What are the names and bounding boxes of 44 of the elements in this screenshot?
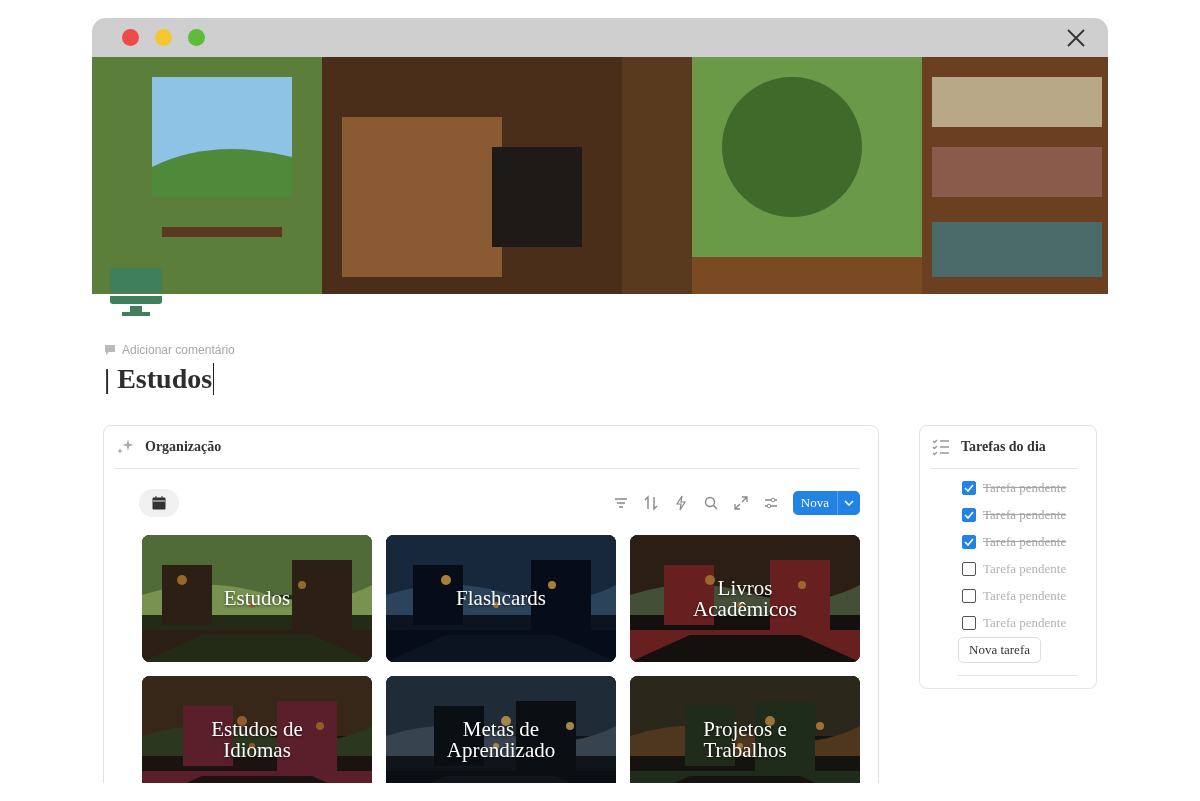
tasks-title: Tarefas do dia (961, 439, 1046, 455)
close-icon[interactable] (1066, 27, 1086, 48)
task-label: Tarefa pendente (983, 560, 1067, 577)
expand-icon[interactable] (732, 495, 749, 511)
gallery-card[interactable]: Estudos de Idiomas (142, 676, 372, 783)
task-label: Tarefa pendente (983, 587, 1067, 604)
card-title: Flashcards (456, 588, 546, 609)
checkbox[interactable] (962, 480, 976, 495)
gallery-card[interactable]: Metas de Aprendizado (386, 676, 616, 783)
checkbox[interactable] (962, 507, 976, 522)
task-label: Tarefa pendente (983, 533, 1067, 550)
text-cursor (213, 363, 215, 395)
monitor-icon (110, 268, 162, 318)
checkbox[interactable] (962, 561, 976, 576)
card-title: Metas de Aprendizado (445, 718, 557, 761)
card-title: Estudos de Idiomas (210, 718, 304, 761)
sort-icon[interactable] (642, 495, 659, 511)
comment-icon[interactable] (104, 344, 116, 356)
maximize-dot-icon[interactable] (188, 29, 205, 46)
checklist-icon (931, 437, 951, 457)
caret-icon[interactable] (844, 500, 854, 506)
card-title: Estudos (223, 588, 291, 609)
gallery-card[interactable]: Projetos e Trabalhos (630, 676, 860, 783)
minimize-dot-icon[interactable] (155, 29, 172, 46)
card-title: Projetos e Trabalhos (702, 718, 788, 761)
page-title[interactable]: | Estudos (104, 363, 213, 395)
gallery-title: Organização (145, 439, 222, 455)
gallery-card[interactable]: Livros Acadêmicos (630, 535, 860, 662)
gallery-card[interactable]: Flashcards (386, 535, 616, 662)
search-icon[interactable] (702, 495, 719, 511)
calendar-icon (152, 496, 166, 510)
calendar-view-tab[interactable] (139, 489, 179, 517)
card-title: Livros Acadêmicos (692, 577, 798, 620)
task-label: Tarefa pendente (983, 506, 1067, 523)
checkbox[interactable] (962, 588, 976, 603)
new-button[interactable]: Nova (792, 491, 837, 515)
checkbox[interactable] (962, 615, 976, 630)
close-dot-icon[interactable] (122, 29, 139, 46)
checkbox[interactable] (962, 534, 976, 549)
task-label: Tarefa pendente (983, 479, 1067, 496)
settings-icon[interactable] (762, 495, 779, 511)
new-task-button[interactable]: Nova tarefa (958, 637, 1041, 663)
filter-icon[interactable] (612, 495, 629, 511)
task-label: Tarefa pendente (983, 614, 1067, 631)
